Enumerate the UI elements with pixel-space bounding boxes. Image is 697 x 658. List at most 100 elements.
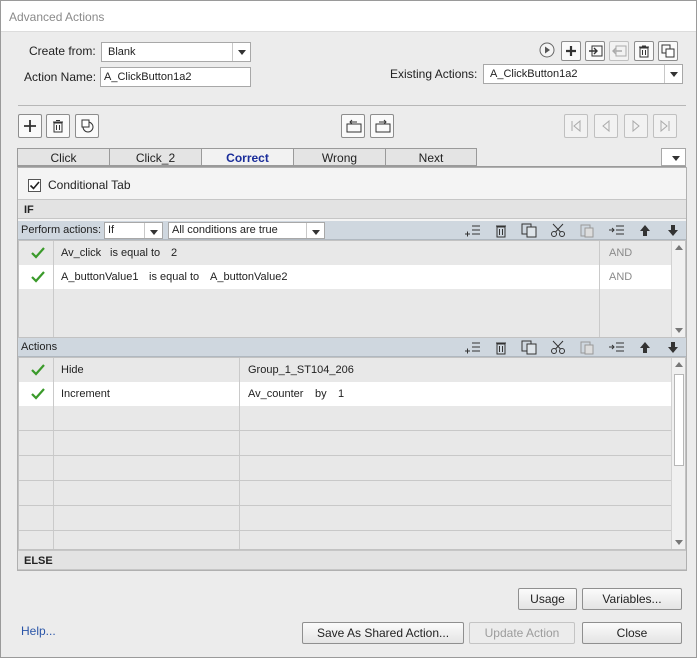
scroll-up-icon[interactable] <box>672 358 685 372</box>
insert-action-row-icon[interactable] <box>608 340 626 356</box>
advanced-actions-dialog: Advanced Actions Create from: Blank Acti… <box>0 0 697 658</box>
duplicate-action-button[interactable] <box>658 41 678 61</box>
conditions-scrollbar[interactable] <box>671 241 685 337</box>
action-name-label: Action Name: <box>24 70 97 84</box>
close-button[interactable]: Close <box>582 622 682 644</box>
tab-click[interactable]: Click <box>17 148 110 166</box>
first-decision-button[interactable] <box>564 114 588 138</box>
duplicate-icon <box>661 44 675 58</box>
trash-icon <box>639 45 649 58</box>
condition-join: AND <box>609 247 633 259</box>
tabs-overflow-dropdown[interactable] <box>661 148 686 166</box>
tab-click-2[interactable]: Click_2 <box>109 148 202 166</box>
condition-value: A_buttonValue2 <box>210 271 288 283</box>
condition-operator: is equal to <box>110 247 161 259</box>
delete-action-row-icon[interactable] <box>493 340 511 356</box>
action-by-label: by <box>315 388 327 400</box>
next-decision-button[interactable] <box>624 114 648 138</box>
title-bar: Advanced Actions <box>1 1 696 32</box>
action-amount: 1 <box>338 388 345 400</box>
action-target: Group_1_ST104_206 <box>248 364 354 376</box>
import-action-button[interactable] <box>585 41 605 61</box>
decision-tabs: Click Click_2 Correct Wrong Next <box>17 148 477 166</box>
usage-button[interactable]: Usage <box>518 588 577 610</box>
else-section-header[interactable]: ELSE <box>18 550 686 570</box>
conditional-tab-checkbox[interactable] <box>28 179 41 192</box>
chevron-down-icon <box>144 223 162 238</box>
scroll-down-icon[interactable] <box>672 535 685 549</box>
tab-wrong[interactable]: Wrong <box>293 148 386 166</box>
perform-actions-label: Perform actions: <box>21 224 102 236</box>
condition-variable: A_buttonValue1 <box>61 271 139 283</box>
delete-decision-button[interactable] <box>46 114 70 138</box>
last-icon <box>660 119 670 133</box>
conditional-tab-label: Conditional Tab <box>48 178 131 192</box>
actions-scrollbar[interactable] <box>671 358 685 549</box>
table-row[interactable]: Increment Av_counter by 1 <box>19 382 671 407</box>
table-row[interactable]: Hide Group_1_ST104_206 <box>19 358 671 383</box>
checkmark-icon <box>31 364 45 376</box>
preview-icon[interactable] <box>539 42 557 58</box>
table-row[interactable] <box>19 506 671 531</box>
conditions-dropdown[interactable]: All conditions are true <box>168 222 325 239</box>
else-label: ELSE <box>24 555 53 567</box>
table-row[interactable] <box>19 289 671 314</box>
insert-row-icon[interactable] <box>608 223 626 239</box>
header-divider <box>18 105 686 106</box>
chevron-down-icon <box>306 223 324 238</box>
export-action-button[interactable] <box>609 41 629 61</box>
scroll-thumb[interactable] <box>674 374 684 466</box>
update-action-button[interactable]: Update Action <box>469 622 575 644</box>
add-decision-button[interactable] <box>18 114 42 138</box>
existing-actions-dropdown[interactable]: A_ClickButton1a2 <box>483 64 683 84</box>
action-name-input[interactable]: A_ClickButton1a2 <box>100 67 251 87</box>
variables-button[interactable]: Variables... <box>582 588 682 610</box>
table-row[interactable] <box>19 456 671 481</box>
copy-action-icon[interactable] <box>521 340 539 356</box>
actions-grid: Hide Group_1_ST104_206 Increment Av_coun… <box>18 357 686 550</box>
save-as-shared-action-button[interactable]: Save As Shared Action... <box>302 622 464 644</box>
move-up-icon[interactable] <box>638 223 656 239</box>
insert-condition-icon[interactable] <box>464 223 482 239</box>
last-decision-button[interactable] <box>653 114 677 138</box>
actions-toolbar: Actions <box>18 338 686 357</box>
cut-action-icon[interactable] <box>550 340 568 356</box>
table-row[interactable]: A_buttonValue1 is equal to A_buttonValue… <box>19 265 671 290</box>
move-down-icon[interactable] <box>666 223 684 239</box>
new-action-button[interactable] <box>561 41 581 61</box>
move-decision-right-button[interactable] <box>370 114 394 138</box>
table-row[interactable] <box>19 406 671 431</box>
perform-actions-value: If <box>108 224 115 236</box>
delete-condition-icon[interactable] <box>493 223 511 239</box>
move-decision-left-button[interactable] <box>341 114 365 138</box>
checkmark-icon <box>31 247 45 259</box>
insert-action-icon[interactable] <box>464 340 482 356</box>
previous-decision-button[interactable] <box>594 114 618 138</box>
help-link[interactable]: Help... <box>21 624 56 638</box>
move-down-icon[interactable] <box>666 340 684 356</box>
chevron-down-icon <box>232 43 250 61</box>
table-row[interactable] <box>19 313 671 337</box>
duplicate-decision-button[interactable] <box>75 114 99 138</box>
next-icon <box>632 119 640 133</box>
condition-join: AND <box>609 271 633 283</box>
scroll-up-icon[interactable] <box>672 241 685 255</box>
table-row[interactable] <box>19 431 671 456</box>
perform-actions-dropdown[interactable]: If <box>104 222 163 239</box>
delete-action-button[interactable] <box>634 41 654 61</box>
table-row[interactable]: Av_click is equal to 2 AND <box>19 241 671 266</box>
scroll-down-icon[interactable] <box>672 323 685 337</box>
existing-actions-label: Existing Actions: <box>390 67 478 81</box>
tab-next[interactable]: Next <box>385 148 477 166</box>
copy-condition-icon[interactable] <box>521 223 539 239</box>
move-up-icon[interactable] <box>638 340 656 356</box>
paste-action-icon[interactable] <box>579 340 597 356</box>
first-icon <box>571 119 581 133</box>
trash-icon <box>53 120 63 133</box>
cut-condition-icon[interactable] <box>550 223 568 239</box>
table-row[interactable] <box>19 531 671 549</box>
paste-condition-icon[interactable] <box>579 223 597 239</box>
tab-correct[interactable]: Correct <box>201 148 294 166</box>
create-from-dropdown[interactable]: Blank <box>101 42 251 62</box>
table-row[interactable] <box>19 481 671 506</box>
